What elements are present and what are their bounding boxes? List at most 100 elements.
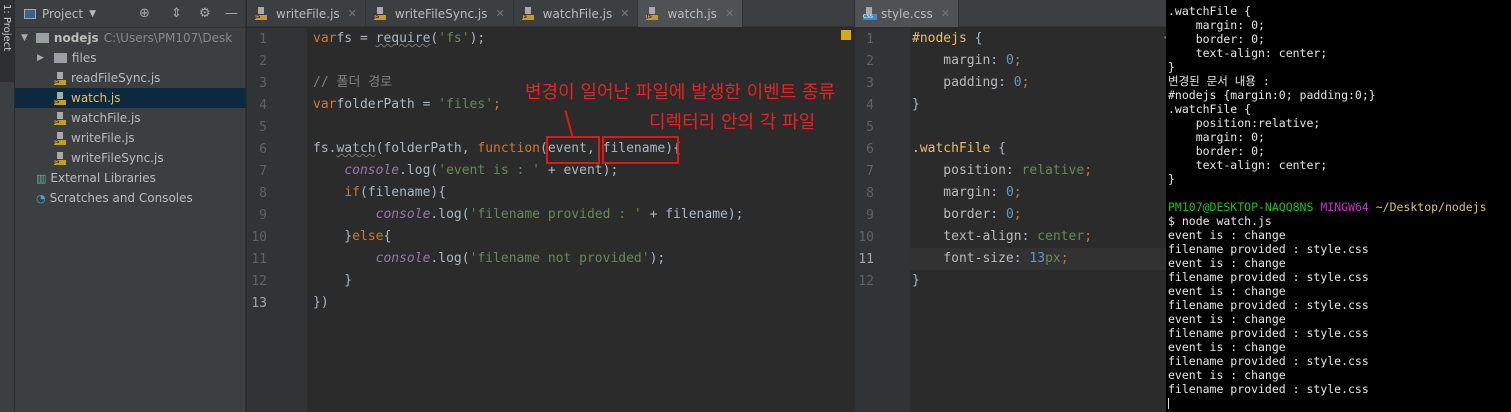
terminal-text: event is : change — [1168, 256, 1286, 270]
annotation-event: 변경이 일어난 파일에 발생한 이벤트 종류 — [525, 78, 835, 104]
code-line: } — [912, 94, 920, 116]
editor-tabs: writeFile.js ✕ writeFileSync.js✕ watchFil… — [247, 0, 854, 27]
tree-item-writefilesync[interactable]: writeFileSync.js — [15, 148, 246, 168]
chevron-down-icon[interactable]: ▼ — [89, 9, 96, 19]
terminal-text: border: 0; — [1168, 32, 1265, 46]
terminal-line: margin: 0; — [1168, 130, 1265, 144]
code-token: 13 — [1029, 251, 1045, 266]
code-token: ; — [1084, 229, 1092, 244]
code-token: ); — [650, 251, 666, 266]
code-line: #nodejs { — [912, 28, 982, 50]
code-token: : — [990, 53, 1006, 68]
annotation-filename: 디렉터리 안의 각 파일 — [649, 108, 815, 134]
code-token: border — [912, 207, 990, 222]
line-number: 10 — [247, 230, 267, 245]
code-line: } — [912, 270, 920, 292]
tab-watch[interactable]: watch.js✕ — [638, 0, 743, 27]
code-line: font-size: 13px; — [912, 248, 1069, 270]
code-line: text-align: center; — [912, 226, 1092, 248]
code-token: margin — [912, 53, 990, 68]
close-icon[interactable]: ✕ — [725, 7, 734, 20]
line-number: 7 — [247, 164, 267, 179]
tree-item-writefile[interactable]: writeFile.js — [15, 128, 246, 148]
terminal-line: event is : change — [1168, 340, 1286, 354]
line-number: 13 — [247, 296, 267, 311]
terminal-line: border: 0; — [1168, 32, 1265, 46]
project-tool-tab[interactable]: 1: Project — [0, 0, 14, 82]
terminal-line: .watchFile { — [1168, 4, 1251, 18]
close-icon[interactable]: ✕ — [941, 7, 950, 20]
terminal-text: MINGW64 — [1320, 200, 1368, 214]
expand-arrow-icon[interactable]: ▼ — [21, 33, 28, 43]
tree-root-nodejs[interactable]: ▼ nodejs C:\Users\PM107\Desk — [15, 28, 246, 48]
code-line: position: relative; — [912, 160, 1092, 182]
collapse-all-icon[interactable]: ⇕ — [171, 6, 182, 21]
code-token: ); — [470, 31, 486, 46]
code-token: { — [990, 141, 1006, 156]
css-editor-tabs: style.css✕ — [855, 0, 1166, 27]
line-number: 8 — [247, 186, 267, 201]
locate-icon[interactable]: ⊕ — [139, 6, 150, 21]
close-icon[interactable]: ✕ — [495, 7, 504, 20]
expand-arrow-icon[interactable]: ▶ — [37, 53, 44, 63]
tab-writefilesync[interactable]: writeFileSync.js✕ — [366, 0, 514, 27]
code-token: } — [912, 97, 920, 112]
tab-watchfile[interactable]: watchFile.js ✕ — [514, 0, 639, 27]
code-token: : — [998, 75, 1014, 90]
code-token: ; — [1014, 53, 1022, 68]
tab-label: watchFile.js — [543, 7, 613, 21]
tab-style-css[interactable]: style.css✕ — [855, 0, 959, 27]
minimize-icon[interactable]: — — [225, 6, 238, 21]
code-token: var — [313, 31, 336, 46]
terminal-line: position:relative; — [1168, 116, 1320, 130]
code-token: ; — [1014, 207, 1022, 222]
css-editor[interactable]: ✔ 1#nodejs {2 margin: 0;3 padding: 0;4}5… — [855, 28, 1166, 412]
code-token: }) — [313, 295, 329, 310]
tree-item-files[interactable]: ▶ files — [15, 48, 246, 68]
close-icon[interactable]: ✕ — [348, 7, 357, 20]
project-view-selector[interactable]: Project — [42, 7, 83, 21]
tab-writefile[interactable]: writeFile.js ✕ — [247, 0, 366, 27]
terminal-line: filename provided : style.css — [1168, 242, 1369, 256]
line-number: 9 — [854, 208, 874, 223]
code-token: #nodejs — [912, 31, 967, 46]
terminal-line: filename provided : style.css — [1168, 382, 1369, 396]
code-token — [313, 185, 344, 200]
code-line: padding: 0; — [912, 72, 1029, 94]
terminal-text: #nodejs {margin:0; padding:0;} — [1168, 88, 1376, 102]
terminal[interactable]: .watchFile { margin: 0; border: 0; text-… — [1166, 0, 1511, 412]
code-token: } — [313, 229, 352, 244]
tree-item-external-libraries[interactable]: ▥External Libraries — [15, 168, 246, 188]
code-token — [313, 251, 376, 266]
terminal-line: event is : change — [1168, 312, 1286, 326]
code-line: // 폴더 경로 — [313, 72, 392, 94]
js-file-icon — [54, 92, 66, 105]
tree-item-readfilesync[interactable]: readFileSync.js — [15, 68, 246, 88]
js-file-icon — [54, 132, 66, 145]
code-token: center — [1037, 229, 1084, 244]
code-token: 'fs' — [438, 31, 469, 46]
tab-label: writeFile.js — [276, 7, 340, 21]
close-icon[interactable]: ✕ — [620, 7, 629, 20]
code-token: .log( — [399, 163, 438, 178]
tree-item-scratches[interactable]: ◔Scratches and Consoles — [15, 188, 246, 208]
line-number: 2 — [854, 54, 874, 69]
tree-item-watch[interactable]: watch.js — [15, 88, 246, 108]
code-token: : — [990, 185, 1006, 200]
gear-icon[interactable]: ⚙ — [199, 6, 211, 21]
terminal-text: PM107@DESKTOP-NAQQ8NS — [1168, 200, 1313, 214]
line-number: 1 — [247, 32, 267, 47]
tree-item-label: writeFile.js — [71, 131, 135, 145]
code-token: position — [912, 163, 1006, 178]
code-token: font-size — [912, 251, 1014, 266]
code-token: ; — [1061, 251, 1069, 266]
line-number: 1 — [854, 32, 874, 47]
folder-icon — [36, 33, 49, 43]
js-file-icon — [522, 7, 534, 20]
warning-marker-icon — [841, 30, 851, 40]
tree-item-watchfile[interactable]: watchFile.js — [15, 108, 246, 128]
library-icon: ▥ — [36, 172, 46, 185]
tree-item-label: Scratches and Consoles — [50, 191, 193, 205]
terminal-line: 변경된 문서 내용 : — [1168, 74, 1270, 88]
code-line: }else{ — [313, 226, 391, 248]
